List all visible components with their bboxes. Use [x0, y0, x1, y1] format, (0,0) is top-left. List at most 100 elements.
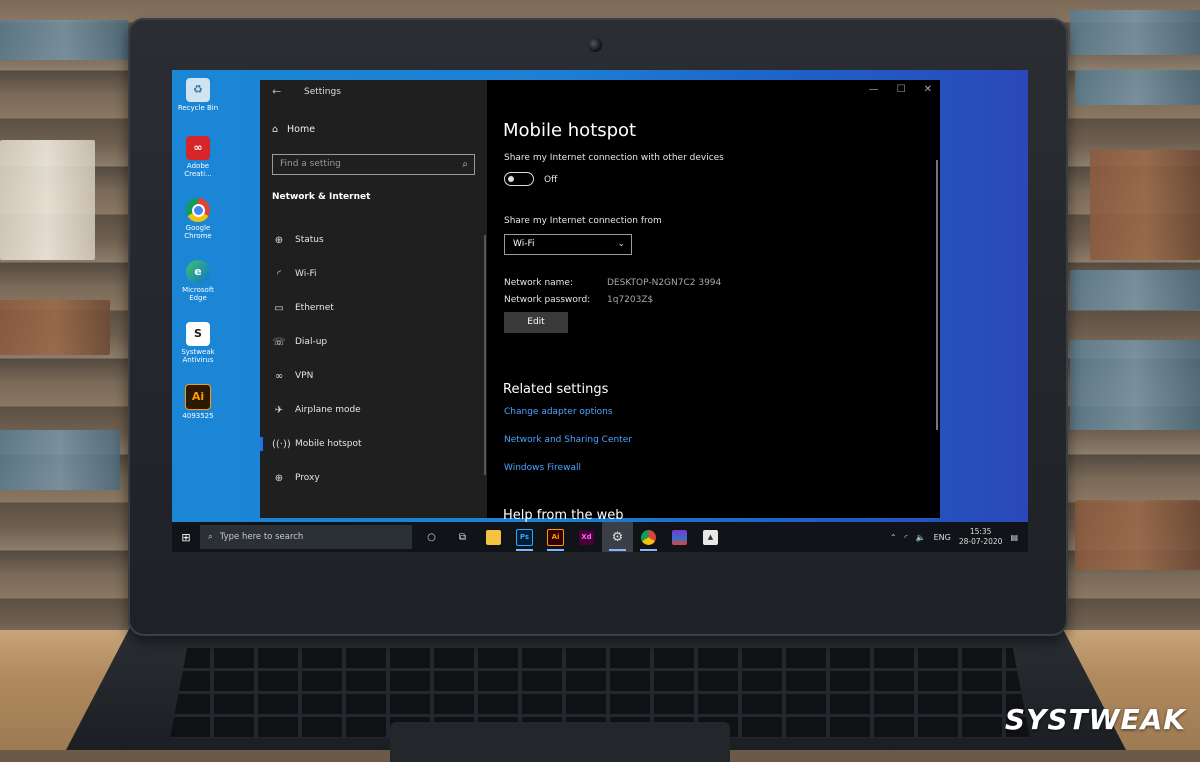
- nav-item-proxy[interactable]: ⊕ Proxy: [260, 461, 487, 495]
- desktop-icon-chrome[interactable]: Google Chrome: [176, 198, 220, 240]
- hotspot-icon: ((·)): [272, 438, 291, 450]
- nav-item-airplane-mode[interactable]: ✈ Airplane mode: [260, 393, 487, 427]
- nav-item-label: VPN: [295, 371, 314, 381]
- winrar-icon: [672, 529, 687, 545]
- desktop-icon-label: Recycle Bin: [177, 104, 219, 112]
- content-scrollbar[interactable]: [936, 160, 938, 430]
- desktop-icon-label: 4093525: [182, 412, 214, 420]
- share-from-label: Share my Internet connection from: [504, 216, 662, 226]
- network-icon[interactable]: ◜: [905, 533, 908, 542]
- photoshop-icon: Ps: [516, 528, 533, 546]
- cortana-icon: ○: [427, 531, 436, 543]
- illustrator-icon: Ai: [547, 528, 564, 546]
- xd-button[interactable]: Xd: [571, 522, 602, 552]
- nav-item-status[interactable]: ⊕ Status: [260, 223, 487, 257]
- share-connection-label: Share my Internet connection with other …: [504, 153, 724, 163]
- chrome-taskbar-button[interactable]: [633, 522, 664, 552]
- nav-item-wifi[interactable]: ◜ Wi-Fi: [260, 257, 487, 291]
- hotspot-toggle[interactable]: [504, 172, 534, 186]
- taskbar-search-box[interactable]: ⌕ Type here to search: [200, 525, 412, 549]
- nav-item-ethernet[interactable]: ▭ Ethernet: [260, 291, 487, 325]
- windows-logo-icon: ⊞: [181, 530, 191, 544]
- toggle-state-text: Off: [544, 175, 558, 185]
- illustrator-button[interactable]: Ai: [540, 522, 571, 552]
- network-password-label: Network password:: [504, 295, 591, 305]
- chevron-down-icon: ⌄: [617, 239, 625, 249]
- clock-date: 28-07-2020: [958, 537, 1003, 546]
- link-change-adapter-options[interactable]: Change adapter options: [504, 407, 613, 417]
- link-network-sharing-center[interactable]: Network and Sharing Center: [504, 435, 632, 445]
- chevron-up-icon[interactable]: ⌃: [890, 533, 897, 542]
- photos-icon: ▲: [703, 529, 718, 545]
- globe-icon: ⊕: [274, 472, 284, 484]
- nav-item-label: Ethernet: [295, 303, 334, 313]
- nav-item-mobile-hotspot[interactable]: ((·)) Mobile hotspot: [260, 427, 487, 461]
- adobe-creative-cloud-icon: ∞: [186, 136, 210, 160]
- nav-scrollbar[interactable]: [484, 235, 486, 475]
- link-windows-firewall[interactable]: Windows Firewall: [504, 463, 581, 473]
- file-explorer-icon: [486, 529, 501, 545]
- nav-item-label: Status: [295, 235, 324, 245]
- find-setting-input[interactable]: Find a setting ⌕: [272, 154, 475, 175]
- settings-window: ← Settings ⌂ Home Find a setting ⌕ Netwo…: [260, 80, 940, 523]
- webcam: [588, 38, 602, 52]
- clock[interactable]: 15:35 28-07-2020: [959, 527, 1003, 547]
- ethernet-icon: ▭: [274, 302, 284, 314]
- nav-item-label: Dial-up: [295, 337, 328, 347]
- network-name-label: Network name:: [504, 278, 573, 288]
- task-view-button[interactable]: ⧉: [447, 522, 478, 552]
- systweak-logo: SYSTWEAK: [1004, 703, 1186, 736]
- language-indicator[interactable]: ENG: [934, 533, 951, 542]
- xd-icon: Xd: [579, 529, 594, 545]
- illustrator-file-icon: Ai: [185, 384, 211, 410]
- desktop-icon-label: Microsoft Edge: [182, 286, 214, 302]
- edit-button[interactable]: Edit: [504, 312, 568, 333]
- laptop-trackpad: [390, 722, 730, 762]
- dialup-icon: ☏: [272, 336, 286, 348]
- wifi-icon: ◜: [277, 268, 281, 280]
- airplane-icon: ✈: [274, 404, 284, 416]
- taskbar-apps: ○ ⧉ Ps Ai Xd ⚙ ▲: [416, 522, 726, 552]
- settings-taskbar-button[interactable]: ⚙: [602, 522, 633, 552]
- nav-item-dialup[interactable]: ☏ Dial-up: [260, 325, 487, 359]
- photos-button[interactable]: ▲: [695, 522, 726, 552]
- photoshop-button[interactable]: Ps: [509, 522, 540, 552]
- network-name-value: DESKTOP-N2GN7C2 3994: [607, 278, 722, 288]
- desktop-icon-edge[interactable]: e Microsoft Edge: [176, 260, 220, 302]
- desktop-icon-label: Google Chrome: [184, 224, 212, 240]
- laptop-screen: ♻ Recycle Bin ∞ Adobe Creati... Google C…: [172, 70, 1028, 552]
- cortana-button[interactable]: ○: [416, 522, 447, 552]
- start-button[interactable]: ⊞: [172, 531, 200, 544]
- help-from-web-title: Help from the web: [503, 508, 624, 523]
- window-title: Settings: [304, 87, 341, 97]
- notifications-icon[interactable]: ▤: [1010, 533, 1018, 542]
- share-from-dropdown[interactable]: Wi-Fi ⌄: [504, 234, 632, 255]
- nav-item-label: Proxy: [295, 473, 320, 483]
- settings-icon: ⚙: [611, 529, 624, 545]
- nav-item-label: Wi-Fi: [295, 269, 317, 279]
- nav-section-title: Network & Internet: [272, 192, 371, 202]
- share-from-value: Wi-Fi: [513, 239, 535, 249]
- nav-item-label: Airplane mode: [295, 405, 361, 415]
- desktop-icon-adobe-cc[interactable]: ∞ Adobe Creati...: [176, 136, 220, 178]
- desktop-icon-systweak-antivirus[interactable]: S Systweak Antivirus: [176, 322, 220, 364]
- network-password-value: 1q7203Z$: [607, 295, 654, 305]
- taskbar-search-placeholder: Type here to search: [219, 532, 304, 542]
- volume-icon[interactable]: 🔈: [916, 533, 926, 542]
- find-setting-placeholder: Find a setting: [280, 159, 341, 169]
- winrar-button[interactable]: [664, 522, 695, 552]
- page-title: Mobile hotspot: [503, 120, 637, 141]
- clock-time: 15:35: [969, 527, 992, 536]
- task-view-icon: ⧉: [458, 531, 467, 543]
- settings-content-pane: Mobile hotspot Share my Internet connect…: [487, 80, 940, 523]
- nav-home[interactable]: ⌂ Home: [272, 124, 315, 135]
- desktop-icon-illustrator-file[interactable]: Ai 4093525: [176, 384, 220, 420]
- desktop-icon-recycle-bin[interactable]: ♻ Recycle Bin: [176, 78, 220, 112]
- file-explorer-button[interactable]: [478, 522, 509, 552]
- nav-item-label: Mobile hotspot: [295, 439, 362, 449]
- nav-item-vpn[interactable]: ∞ VPN: [260, 359, 487, 393]
- related-settings-title: Related settings: [503, 382, 609, 397]
- edge-icon: e: [186, 260, 210, 284]
- home-icon: ⌂: [272, 124, 279, 135]
- back-arrow-icon[interactable]: ←: [272, 85, 281, 98]
